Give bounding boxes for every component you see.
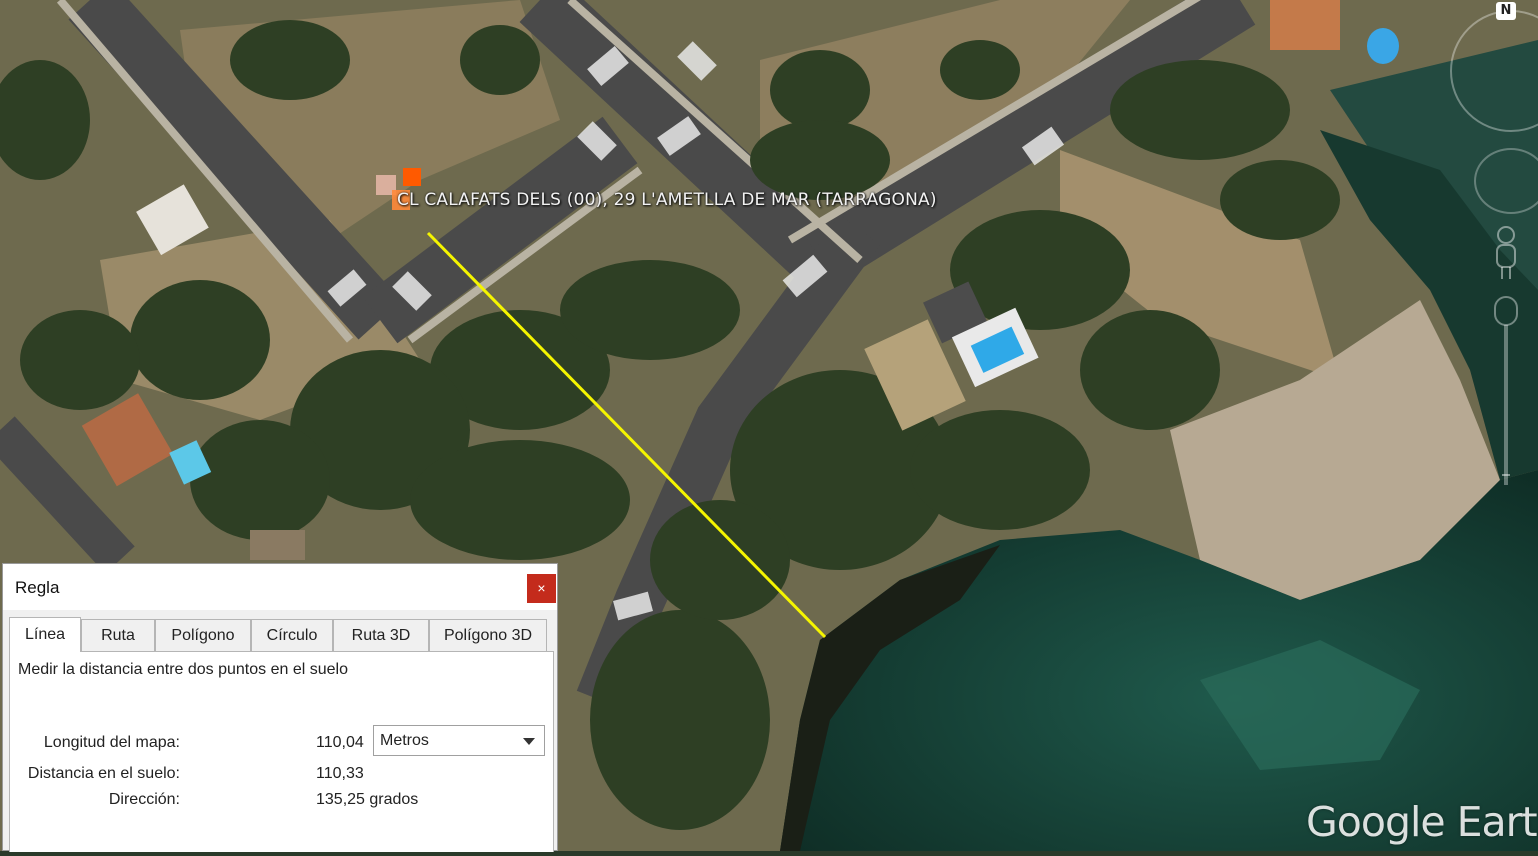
google-earth-watermark: Google Earth xyxy=(1306,798,1538,846)
ground-distance-label: Distancia en el suelo: xyxy=(27,765,180,782)
unit-select-value: Metros xyxy=(380,732,429,749)
ground-distance-value: 110,33 xyxy=(316,765,364,782)
unit-select[interactable]: Metros xyxy=(373,725,545,756)
tab-ruta-3d[interactable]: Ruta 3D xyxy=(333,619,429,651)
chevron-down-icon xyxy=(523,738,535,745)
tab-poligono-3d[interactable]: Polígono 3D xyxy=(429,619,547,651)
map-length-label: Longitud del mapa: xyxy=(43,734,180,751)
north-compass-icon[interactable]: N xyxy=(1496,2,1516,20)
tab-linea[interactable]: Línea xyxy=(9,617,81,652)
close-button[interactable]: × xyxy=(527,574,556,603)
tab-panel-linea: Medir la distancia entre dos puntos en e… xyxy=(9,651,554,852)
map-length-value: 110,04 xyxy=(316,734,364,751)
dialog-title-bar[interactable]: Regla × xyxy=(3,564,557,610)
tab-circulo[interactable]: Círculo xyxy=(251,619,333,651)
tab-poligono[interactable]: Polígono xyxy=(155,619,251,651)
look-joystick[interactable] xyxy=(1474,148,1538,214)
heading-label: Dirección: xyxy=(108,791,180,808)
ruler-dialog: Regla × Línea Ruta Polígono Círculo Ruta… xyxy=(2,563,558,852)
street-view-pegman-icon[interactable] xyxy=(1490,225,1522,281)
tab-ruta[interactable]: Ruta xyxy=(81,619,155,651)
heading-value: 135,25 grados xyxy=(316,791,419,808)
tool-description: Medir la distancia entre dos puntos en e… xyxy=(18,661,348,678)
placemark-label[interactable]: CL CALAFATS DELS (00), 29 L'AMETLLA DE M… xyxy=(397,190,937,210)
zoom-slider[interactable] xyxy=(1493,295,1519,495)
dialog-title: Regla xyxy=(15,578,60,597)
